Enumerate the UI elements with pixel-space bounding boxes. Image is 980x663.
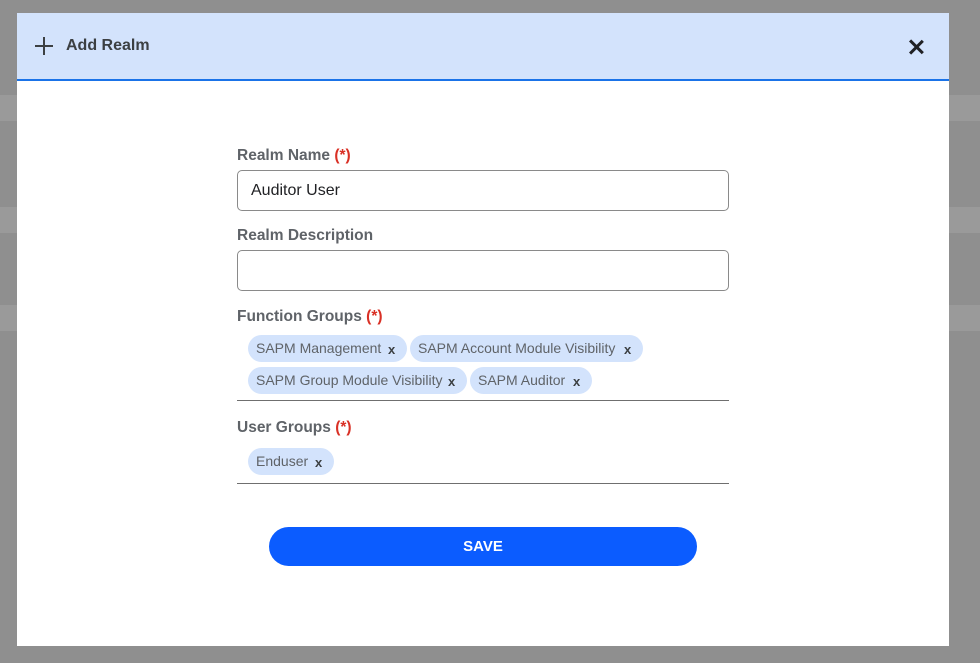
chip-label: SAPM Management: [256, 340, 382, 356]
realm-description-label-text: Realm Description: [237, 227, 374, 244]
add-realm-dialog: Add Realm Realm Name (*) Realm Descripti…: [17, 13, 949, 646]
chip-remove-icon[interactable]: x: [388, 335, 395, 364]
function-groups-label-text: Function Groups: [237, 308, 362, 325]
chip-sapm-account-module-visibility[interactable]: SAPM Account Module Visibility x: [410, 335, 643, 362]
chip-sapm-auditor[interactable]: SAPM Auditor x: [470, 367, 592, 394]
chip-label: Enduser: [256, 453, 309, 469]
chip-label: SAPM Group Module Visibility: [256, 372, 443, 388]
chip-remove-icon[interactable]: x: [624, 335, 631, 364]
chip-label: SAPM Auditor: [478, 372, 566, 388]
close-icon[interactable]: [906, 37, 926, 57]
chip-remove-icon[interactable]: x: [573, 367, 580, 396]
user-groups-label-text: User Groups: [237, 419, 331, 436]
save-button[interactable]: SAVE: [269, 527, 697, 566]
realm-description-label: Realm Description: [237, 227, 373, 245]
chip-remove-icon[interactable]: x: [315, 448, 322, 477]
function-groups-field[interactable]: SAPM Management x SAPM Account Module Vi…: [237, 331, 729, 401]
required-mark: (*): [335, 419, 352, 436]
required-mark: (*): [334, 147, 351, 164]
realm-name-label: Realm Name (*): [237, 147, 351, 165]
chip-sapm-group-module-visibility[interactable]: SAPM Group Module Visibility x: [248, 367, 467, 394]
chip-label: SAPM Account Module Visibility: [418, 340, 616, 356]
chip-enduser[interactable]: Enduser x: [248, 448, 334, 475]
chip-sapm-management[interactable]: SAPM Management x: [248, 335, 407, 362]
function-groups-label: Function Groups (*): [237, 308, 383, 326]
chip-remove-icon[interactable]: x: [448, 367, 455, 396]
dialog-title: Add Realm: [66, 37, 150, 54]
user-groups-field[interactable]: Enduser x: [237, 443, 729, 484]
realm-description-input[interactable]: [237, 250, 729, 291]
realm-name-input[interactable]: [237, 170, 729, 211]
plus-icon: [35, 37, 53, 55]
required-mark: (*): [366, 308, 383, 325]
user-groups-label: User Groups (*): [237, 419, 352, 437]
dialog-header: Add Realm: [17, 13, 949, 81]
realm-name-label-text: Realm Name: [237, 147, 331, 164]
